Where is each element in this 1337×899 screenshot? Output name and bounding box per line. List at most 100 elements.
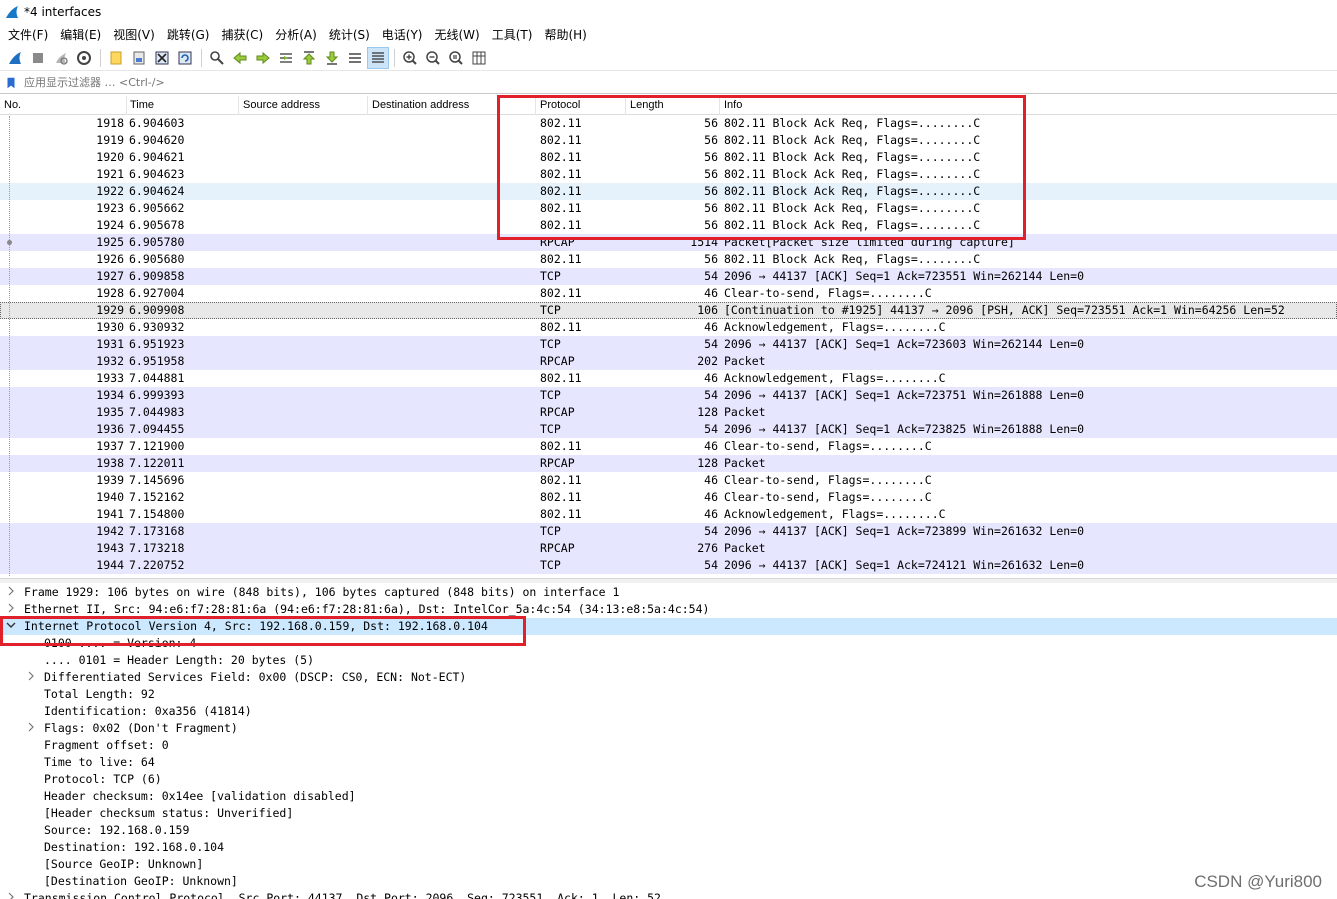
detail-tree-item[interactable]: [Destination GeoIP: Unknown] xyxy=(0,873,1337,890)
packet-row[interactable]: 1942 7.173168 TCP 54 2096 → 44137 [ACK] Seq=… xyxy=(0,523,1337,540)
back-arrow-icon[interactable] xyxy=(229,47,251,69)
packet-row[interactable]: 1936 7.094455 TCP 54 2096 → 44137 [ACK] Seq=… xyxy=(0,421,1337,438)
packet-row[interactable]: 1939 7.145696 802.11 46 Clear-to-send, Flags… xyxy=(0,472,1337,489)
packet-row[interactable]: 1938 7.122011 RPCAP 128 Packet xyxy=(0,455,1337,472)
packet-row[interactable]: 1925 6.905780 RPCAP 1514 Packet[Packet size … xyxy=(0,234,1337,251)
packet-row[interactable]: 1937 7.121900 802.11 46 Clear-to-send, Flags… xyxy=(0,438,1337,455)
chevron-right-icon[interactable] xyxy=(6,603,16,615)
goto-packet-icon[interactable] xyxy=(275,47,297,69)
packet-row[interactable]: 1927 6.909858 TCP 54 2096 → 44137 [ACK] Seq=… xyxy=(0,268,1337,285)
col-header-source[interactable]: Source address xyxy=(243,99,320,111)
detail-tree-item[interactable]: .... 0101 = Header Length: 20 bytes (5) xyxy=(0,652,1337,669)
packet-row[interactable]: 1934 6.999393 TCP 54 2096 → 44137 [ACK] Seq=… xyxy=(0,387,1337,404)
packet-row[interactable]: 1932 6.951958 RPCAP 202 Packet xyxy=(0,353,1337,370)
packet-row[interactable]: 1926 6.905680 802.11 56 802.11 Block Ack Req… xyxy=(0,251,1337,268)
detail-tree-item[interactable]: Internet Protocol Version 4, Src: 192.16… xyxy=(0,618,1337,635)
packet-no: 1918 xyxy=(96,116,124,130)
col-header-length[interactable]: Length xyxy=(630,99,664,111)
col-header-info[interactable]: Info xyxy=(724,99,742,111)
find-icon[interactable] xyxy=(206,47,228,69)
detail-tree-text: [Header checksum status: Unverified] xyxy=(44,806,294,820)
detail-tree-item[interactable]: [Header checksum status: Unverified] xyxy=(0,805,1337,822)
chevron-right-icon[interactable] xyxy=(26,722,36,734)
packet-row[interactable]: 1935 7.044983 RPCAP 128 Packet xyxy=(0,404,1337,421)
packet-row[interactable]: 1931 6.951923 TCP 54 2096 → 44137 [ACK] Seq=… xyxy=(0,336,1337,353)
detail-tree-item[interactable]: [Source GeoIP: Unknown] xyxy=(0,856,1337,873)
toolbar-separator xyxy=(394,48,395,67)
packet-row[interactable]: 1920 6.904621 802.11 56 802.11 Block Ack Req… xyxy=(0,149,1337,166)
packet-row[interactable]: 1928 6.927004 802.11 46 Clear-to-send, Flags… xyxy=(0,285,1337,302)
forward-arrow-icon[interactable] xyxy=(252,47,274,69)
packet-row[interactable]: 1940 7.152162 802.11 46 Clear-to-send, Flags… xyxy=(0,489,1337,506)
packet-row[interactable]: 1930 6.930932 802.11 46 Acknowledgement, Fla… xyxy=(0,319,1337,336)
chevron-right-icon[interactable] xyxy=(6,586,16,598)
save-file-icon[interactable] xyxy=(128,47,150,69)
stop-icon[interactable] xyxy=(27,47,49,69)
menu-view[interactable]: 视图(V) xyxy=(109,26,163,43)
packet-row[interactable]: 1929 6.909908 TCP 106 [Continuation to #1925… xyxy=(0,302,1337,319)
detail-tree-item[interactable]: Differentiated Services Field: 0x00 (DSC… xyxy=(0,669,1337,686)
zoom-normal-icon[interactable] xyxy=(445,47,467,69)
col-header-time[interactable]: Time xyxy=(130,99,154,111)
packet-row[interactable]: 1944 7.220752 TCP 54 2096 → 44137 [ACK] Seq=… xyxy=(0,557,1337,574)
packet-row[interactable]: 1921 6.904623 802.11 56 802.11 Block Ack Req… xyxy=(0,166,1337,183)
col-header-protocol[interactable]: Protocol xyxy=(540,99,580,111)
detail-tree-item[interactable]: Flags: 0x02 (Don't Fragment) xyxy=(0,720,1337,737)
shark-fin-start-icon[interactable] xyxy=(4,47,26,69)
chevron-right-icon[interactable] xyxy=(6,892,16,899)
menu-file[interactable]: 文件(F) xyxy=(4,26,56,43)
pane-splitter[interactable] xyxy=(0,578,1337,583)
detail-tree-item[interactable]: Total Length: 92 xyxy=(0,686,1337,703)
packet-row[interactable]: 1941 7.154800 802.11 46 Acknowledgement, Fla… xyxy=(0,506,1337,523)
detail-tree-item[interactable]: 0100 .... = Version: 4 xyxy=(0,635,1337,652)
menu-edit[interactable]: 编辑(E) xyxy=(56,26,109,43)
packet-protocol: TCP xyxy=(540,388,561,402)
first-packet-icon[interactable] xyxy=(298,47,320,69)
menu-wireless[interactable]: 无线(W) xyxy=(431,26,488,43)
detail-tree-item[interactable]: Frame 1929: 106 bytes on wire (848 bits)… xyxy=(0,584,1337,601)
restart-icon[interactable] xyxy=(50,47,72,69)
autoscroll-icon[interactable] xyxy=(344,47,366,69)
menu-tools[interactable]: 工具(T) xyxy=(488,26,541,43)
packet-row[interactable]: 1919 6.904620 802.11 56 802.11 Block Ack Req… xyxy=(0,132,1337,149)
chevron-down-icon[interactable] xyxy=(6,620,16,632)
last-packet-icon[interactable] xyxy=(321,47,343,69)
detail-tree-item[interactable]: Transmission Control Protocol, Src Port:… xyxy=(0,890,1337,899)
menu-analyze[interactable]: 分析(A) xyxy=(271,26,325,43)
packet-row[interactable]: 1922 6.904624 802.11 56 802.11 Block Ack Req… xyxy=(0,183,1337,200)
display-filter-input[interactable] xyxy=(20,72,1337,93)
packet-row[interactable]: 1933 7.044881 802.11 46 Acknowledgement, Fla… xyxy=(0,370,1337,387)
detail-tree-item[interactable]: Header checksum: 0x14ee [validation disa… xyxy=(0,788,1337,805)
close-file-icon[interactable] xyxy=(151,47,173,69)
detail-tree-item[interactable]: Identification: 0xa356 (41814) xyxy=(0,703,1337,720)
resize-columns-icon[interactable] xyxy=(468,47,490,69)
packet-length: 46 xyxy=(704,439,718,453)
menu-go[interactable]: 跳转(G) xyxy=(163,26,218,43)
zoom-out-icon[interactable] xyxy=(422,47,444,69)
menu-capture[interactable]: 捕获(C) xyxy=(217,26,271,43)
menu-statistics[interactable]: 统计(S) xyxy=(325,26,378,43)
chevron-right-icon[interactable] xyxy=(26,671,36,683)
packet-row[interactable]: 1918 6.904603 802.11 56 802.11 Block Ack Req… xyxy=(0,115,1337,132)
col-header-no[interactable]: No. xyxy=(4,99,21,111)
menu-telephony[interactable]: 电话(Y) xyxy=(378,26,431,43)
detail-tree-item[interactable]: Protocol: TCP (6) xyxy=(0,771,1337,788)
detail-tree-item[interactable]: Source: 192.168.0.159 xyxy=(0,822,1337,839)
detail-tree-item[interactable]: Time to live: 64 xyxy=(0,754,1337,771)
detail-tree-item[interactable]: Ethernet II, Src: 94:e6:f7:28:81:6a (94:… xyxy=(0,601,1337,618)
packet-row[interactable]: 1924 6.905678 802.11 56 802.11 Block Ack Req… xyxy=(0,217,1337,234)
packet-length: 46 xyxy=(704,286,718,300)
options-gear-icon[interactable] xyxy=(73,47,95,69)
packet-row[interactable]: 1923 6.905662 802.11 56 802.11 Block Ack Req… xyxy=(0,200,1337,217)
open-folder-icon[interactable] xyxy=(105,47,127,69)
detail-tree-item[interactable]: Destination: 192.168.0.104 xyxy=(0,839,1337,856)
packet-row[interactable]: 1943 7.173218 RPCAP 276 Packet xyxy=(0,540,1337,557)
colorize-icon[interactable] xyxy=(367,46,389,69)
filter-bookmark-icon[interactable] xyxy=(2,74,20,92)
col-header-destination[interactable]: Destination address xyxy=(372,99,469,111)
reload-icon[interactable] xyxy=(174,47,196,69)
detail-tree-item[interactable]: Fragment offset: 0 xyxy=(0,737,1337,754)
detail-tree-text: Transmission Control Protocol, Src Port:… xyxy=(24,891,661,899)
zoom-in-icon[interactable] xyxy=(399,47,421,69)
menu-help[interactable]: 帮助(H) xyxy=(540,26,594,43)
